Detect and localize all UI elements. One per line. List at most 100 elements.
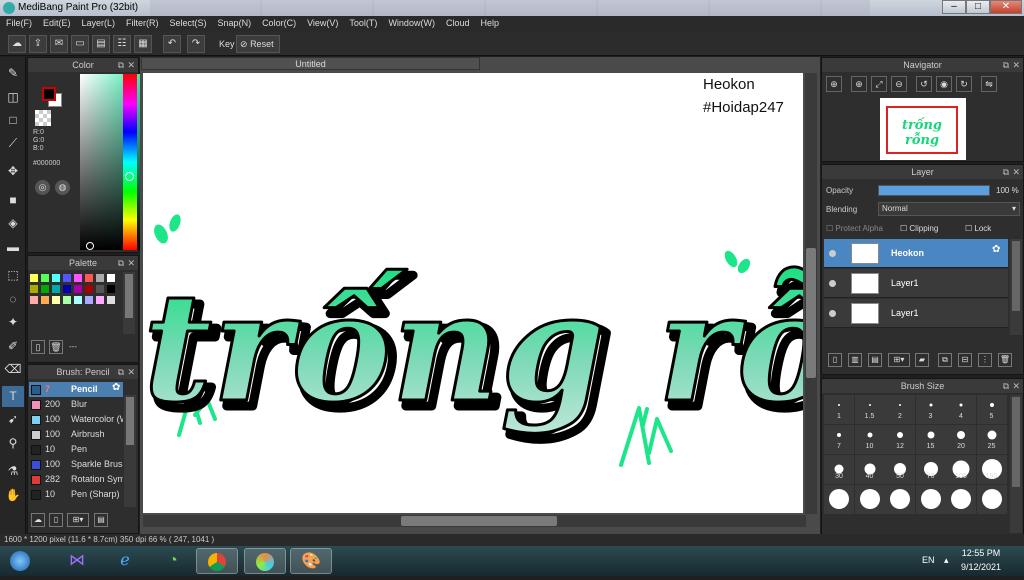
pen-curve-tool-icon[interactable]: ⟋ <box>2 133 24 154</box>
bucket-tool-icon[interactable]: ◈ <box>2 213 24 234</box>
transparent-color-swatch[interactable] <box>35 110 51 126</box>
blending-select[interactable]: Normal ▾ <box>878 202 1020 216</box>
tray-flag-icon[interactable]: ▴ <box>944 555 949 566</box>
palette-swatch[interactable] <box>96 296 104 304</box>
taskbar-visual-studio[interactable]: ⋈ <box>56 548 98 574</box>
taskbar-paint[interactable]: 🎨 <box>290 548 332 574</box>
brush-size-cell[interactable]: 1.5 <box>854 395 885 424</box>
clock-date[interactable]: 9/12/2021 <box>958 562 1004 572</box>
brush-item[interactable]: 100 Airbrush <box>29 427 123 442</box>
new-halftone-layer-icon[interactable]: ▥ <box>848 353 862 367</box>
new-layer-icon[interactable]: ▯ <box>828 353 842 367</box>
brush-item[interactable]: 200 Blur <box>29 397 123 412</box>
palette-swatch[interactable] <box>107 296 115 304</box>
taskbar-chrome[interactable] <box>196 548 238 574</box>
operation-tool-icon[interactable]: ➹ <box>2 409 24 430</box>
document-icon[interactable]: ▤ <box>92 35 110 53</box>
start-button[interactable] <box>2 548 38 574</box>
brush-size-cell[interactable]: 70 <box>915 455 946 484</box>
taskbar-medibang[interactable] <box>244 548 286 574</box>
brush-size-cell[interactable]: 7 <box>824 425 854 454</box>
redo-icon[interactable]: ↷ <box>187 35 205 53</box>
taskbar-internet-explorer[interactable]: ℯ <box>104 548 146 574</box>
brush-size-cell[interactable] <box>915 485 946 514</box>
dropper-tool-icon[interactable]: ⚗ <box>2 461 24 482</box>
document-tab[interactable]: Untitled <box>141 57 480 70</box>
layer-scroll-thumb[interactable] <box>1012 241 1020 311</box>
brush-item[interactable]: 282 Rotation Sym <box>29 472 123 487</box>
list-icon[interactable]: ☷ <box>113 35 131 53</box>
palette-swatch[interactable] <box>63 274 71 282</box>
navigator-preview[interactable]: trống rỗng <box>880 98 966 160</box>
protect-alpha-checkbox[interactable]: ☐ Protect Alpha <box>826 224 883 233</box>
menu-item-snap[interactable]: Snap(N) <box>212 16 257 28</box>
close-button[interactable]: ✕ <box>990 0 1022 14</box>
fit-icon[interactable]: ⤢ <box>871 76 887 92</box>
new-8bit-layer-icon[interactable]: ▤ <box>868 353 882 367</box>
brush-scrollbar[interactable] <box>124 395 136 507</box>
brush-size-cell[interactable] <box>824 485 854 514</box>
palette-swatch[interactable] <box>96 285 104 293</box>
palette-swatch[interactable] <box>96 274 104 282</box>
close-icon[interactable]: ✕ <box>127 58 135 72</box>
brush-item[interactable]: 100 Sparkle Brush <box>29 457 123 472</box>
hand-tool-icon[interactable]: ✋ <box>2 485 24 506</box>
menu-item-view[interactable]: View(V) <box>301 16 343 28</box>
eraser-tool-icon[interactable]: ◫ <box>2 87 24 108</box>
brush-settings-gear-icon[interactable]: ✿ <box>112 383 122 393</box>
rotate-right-icon[interactable]: ↻ <box>956 76 972 92</box>
brush-size-cell[interactable]: 12 <box>885 425 915 454</box>
palette-swatch[interactable] <box>52 296 60 304</box>
canvas-horizontal-scrollbar[interactable] <box>143 515 806 527</box>
layer-row[interactable]: Layer1 <box>824 269 1008 298</box>
cloud-icon[interactable]: ☁ <box>8 35 26 53</box>
palette-swatch[interactable] <box>63 296 71 304</box>
menu-item-select[interactable]: Select(S) <box>164 16 212 28</box>
brush-size-cell[interactable]: 150 <box>976 455 1007 484</box>
lock-checkbox[interactable]: ☐ Lock <box>965 224 991 233</box>
close-icon[interactable]: ✕ <box>1012 165 1020 179</box>
palette-add-icon[interactable]: ◍ <box>55 180 70 195</box>
brush-size-cell[interactable]: 10 <box>854 425 885 454</box>
popout-icon[interactable]: ⧉ <box>1003 165 1009 179</box>
foreground-color-swatch[interactable] <box>42 87 56 101</box>
close-icon[interactable]: ✕ <box>1012 379 1020 393</box>
menu-item-file[interactable]: File(F) <box>0 16 37 28</box>
palette-swatch[interactable] <box>41 296 49 304</box>
lasso-tool-icon[interactable]: ◌ <box>2 289 24 310</box>
select-eraser-tool-icon[interactable]: ⌫ <box>2 359 24 380</box>
palette-wheel-icon[interactable]: ◎ <box>35 180 50 195</box>
opacity-slider[interactable] <box>878 185 990 196</box>
rotate-reset-icon[interactable]: ◉ <box>936 76 952 92</box>
palette-swatch[interactable] <box>41 285 49 293</box>
hue-cursor[interactable] <box>125 172 134 181</box>
close-icon[interactable]: ✕ <box>127 365 135 379</box>
undo-icon[interactable]: ↶ <box>163 35 181 53</box>
palette-scroll-thumb[interactable] <box>125 274 133 318</box>
popout-icon[interactable]: ⧉ <box>118 256 124 270</box>
brush-item[interactable]: 7 Pencil <box>29 382 123 397</box>
folder-icon[interactable]: ▰ <box>915 353 929 367</box>
zoom-in-icon[interactable]: ⊕ <box>826 76 842 92</box>
move-tool-icon[interactable]: ✥ <box>2 161 24 182</box>
brush-size-cell[interactable]: 4 <box>946 395 976 424</box>
brush-scroll-thumb[interactable] <box>126 397 134 445</box>
hue-slider[interactable] <box>123 74 137 250</box>
new-palette-icon[interactable]: ▯ <box>31 340 45 354</box>
taskbar-coccoc[interactable]: ◔ <box>152 548 194 574</box>
menu-item-tool[interactable]: Tool(T) <box>343 16 382 28</box>
layer-options-icon[interactable]: ⋮ <box>978 353 992 367</box>
comment-icon[interactable]: ✉ <box>50 35 68 53</box>
clipping-checkbox[interactable]: ☐ Clipping <box>900 224 938 233</box>
brush-size-cell[interactable] <box>854 485 885 514</box>
drawing-canvas[interactable]: Heokon #Hoidap247 trống r trống r <box>143 73 803 513</box>
brush-item[interactable]: 10 Pen <box>29 442 123 457</box>
palette-swatch[interactable] <box>107 274 115 282</box>
brush-size-cell[interactable]: 25 <box>976 425 1007 454</box>
layer-scrollbar[interactable] <box>1010 239 1022 335</box>
rotate-left-icon[interactable]: ↺ <box>916 76 932 92</box>
brush-size-cell[interactable]: 30 <box>824 455 854 484</box>
gradient-tool-icon[interactable]: ▬ <box>2 237 24 258</box>
brush-size-cell[interactable]: 100 <box>946 455 976 484</box>
palette-swatch[interactable] <box>41 274 49 282</box>
